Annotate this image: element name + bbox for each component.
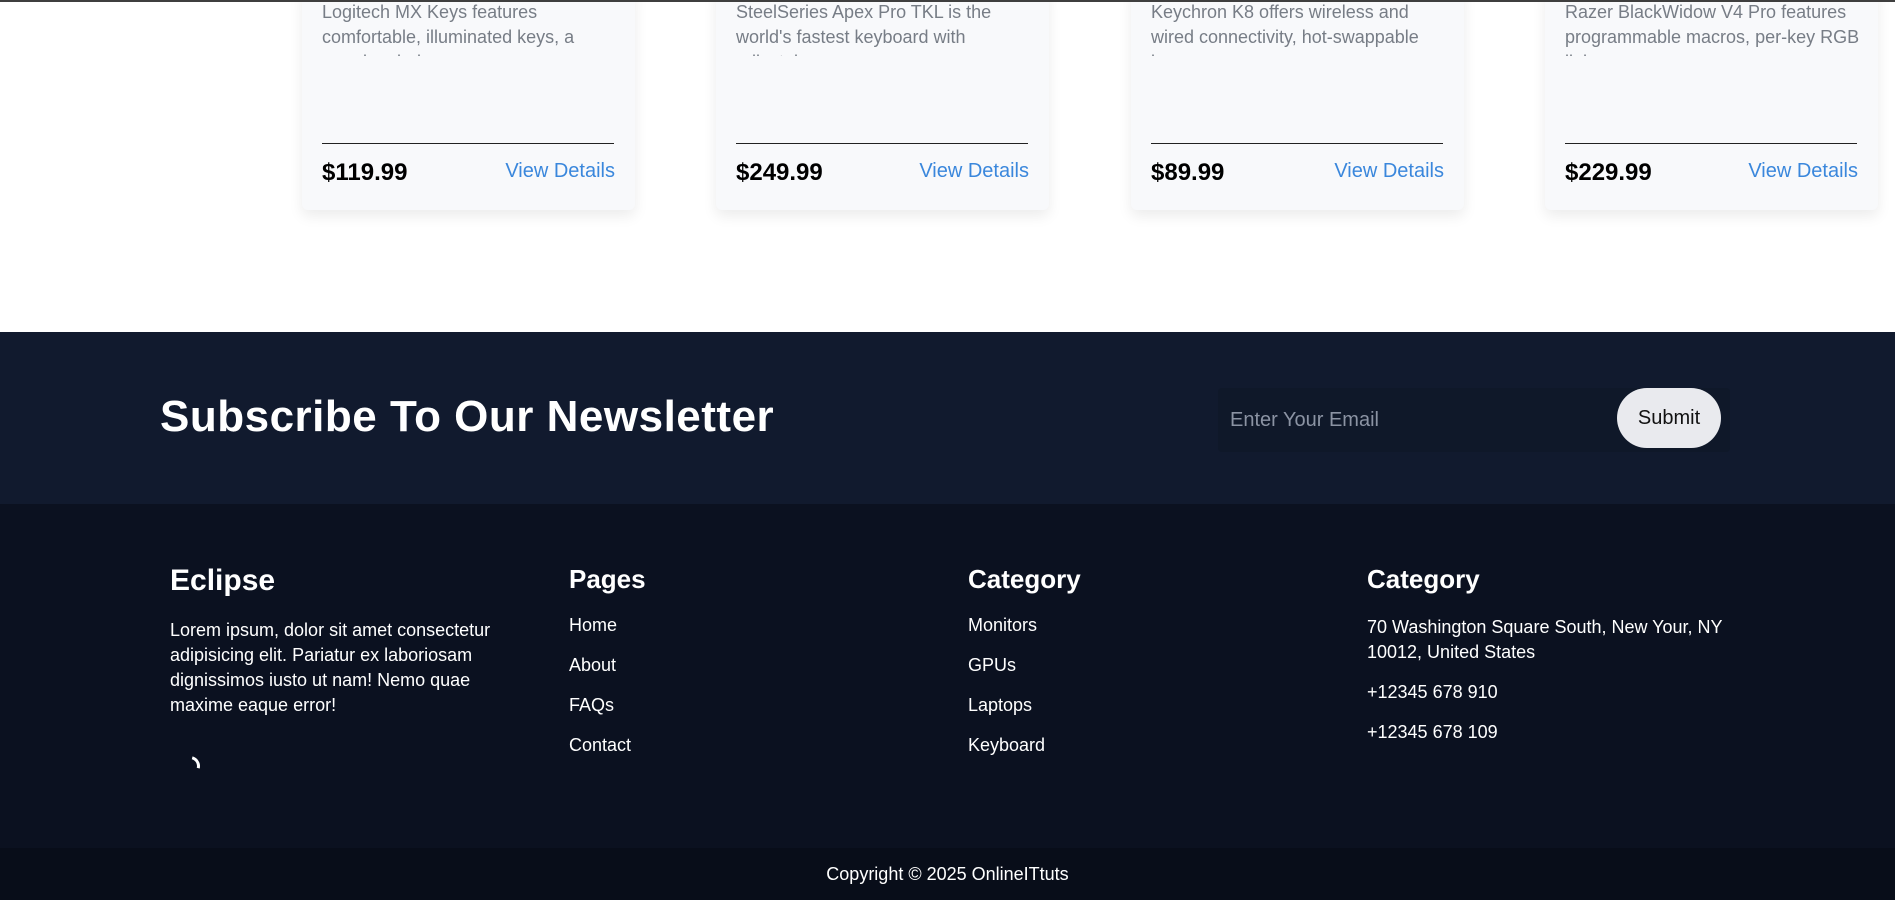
contact-phone: +12345 678 109 (1367, 722, 1498, 742)
product-grid: Logitech MX Keys features comfortable, i… (0, 0, 1895, 332)
view-details-link[interactable]: View Details (1748, 160, 1858, 183)
contact-heading: Category (1367, 564, 1480, 594)
footer-contact: Category 70 Washington Square South, New… (1367, 564, 1737, 760)
card-divider (1151, 143, 1443, 144)
newsletter-section: Subscribe To Our Newsletter Submit (0, 332, 1895, 504)
view-details-link[interactable]: View Details (1334, 160, 1444, 183)
product-price: $119.99 (322, 159, 408, 186)
product-card: Razer BlackWidow V4 Pro features program… (1545, 0, 1878, 210)
footer-link-monitors[interactable]: Monitors (968, 615, 1081, 635)
contact-phone: +12345 678 910 (1367, 682, 1498, 702)
submit-button[interactable]: Submit (1617, 388, 1721, 448)
site-footer: Eclipse Lorem ipsum, dolor sit amet cons… (0, 504, 1895, 848)
pages-list: Home About FAQs Contact (569, 615, 646, 755)
footer-link-contact[interactable]: Contact (569, 735, 646, 755)
product-description: Keychron K8 offers wireless and wired co… (1151, 2, 1419, 56)
contact-address: 70 Washington Square South, New Your, NY… (1367, 617, 1723, 662)
footer-link-laptops[interactable]: Laptops (968, 695, 1081, 715)
newsletter-form: Submit (1218, 388, 1730, 452)
email-input[interactable] (1218, 388, 1608, 452)
view-details-link[interactable]: View Details (919, 160, 1029, 183)
card-divider (736, 143, 1028, 144)
product-price: $89.99 (1151, 159, 1225, 186)
footer-category: Category Monitors GPUs Laptops Keyboard (968, 564, 1081, 775)
product-description: Logitech MX Keys features comfortable, i… (322, 2, 575, 56)
product-card: Keychron K8 offers wireless and wired co… (1131, 0, 1464, 210)
brand-title: Eclipse (170, 564, 276, 597)
footer-link-faqs[interactable]: FAQs (569, 695, 646, 715)
card-divider (1565, 143, 1857, 144)
product-card: SteelSeries Apex Pro TKL is the world's … (716, 0, 1049, 210)
footer-pages: Pages Home About FAQs Contact (569, 564, 646, 775)
category-list: Monitors GPUs Laptops Keyboard (968, 615, 1081, 755)
category-heading: Category (968, 564, 1081, 594)
newsletter-title: Subscribe To Our Newsletter (160, 392, 775, 441)
product-card: Logitech MX Keys features comfortable, i… (302, 0, 635, 210)
card-divider (322, 143, 614, 144)
copyright-text: Copyright © 2025 OnlineITtuts (826, 863, 1069, 884)
spinner-icon (176, 752, 204, 780)
footer-brand: Eclipse Lorem ipsum, dolor sit amet cons… (170, 564, 495, 718)
footer-link-keyboard[interactable]: Keyboard (968, 735, 1081, 755)
footer-link-about[interactable]: About (569, 655, 646, 675)
product-description: SteelSeries Apex Pro TKL is the world's … (736, 2, 992, 56)
product-description: Razer BlackWidow V4 Pro features program… (1565, 2, 1860, 56)
pages-heading: Pages (569, 564, 646, 594)
brand-description: Lorem ipsum, dolor sit amet consectetur … (170, 620, 491, 715)
contact-list: 70 Washington Square South, New Your, NY… (1367, 615, 1737, 745)
view-details-link[interactable]: View Details (505, 160, 615, 183)
copyright-bar: Copyright © 2025 OnlineITtuts (0, 848, 1895, 900)
footer-link-gpus[interactable]: GPUs (968, 655, 1081, 675)
product-price: $249.99 (736, 159, 823, 186)
product-price: $229.99 (1565, 159, 1652, 186)
top-divider (0, 0, 1895, 2)
footer-link-home[interactable]: Home (569, 615, 646, 635)
